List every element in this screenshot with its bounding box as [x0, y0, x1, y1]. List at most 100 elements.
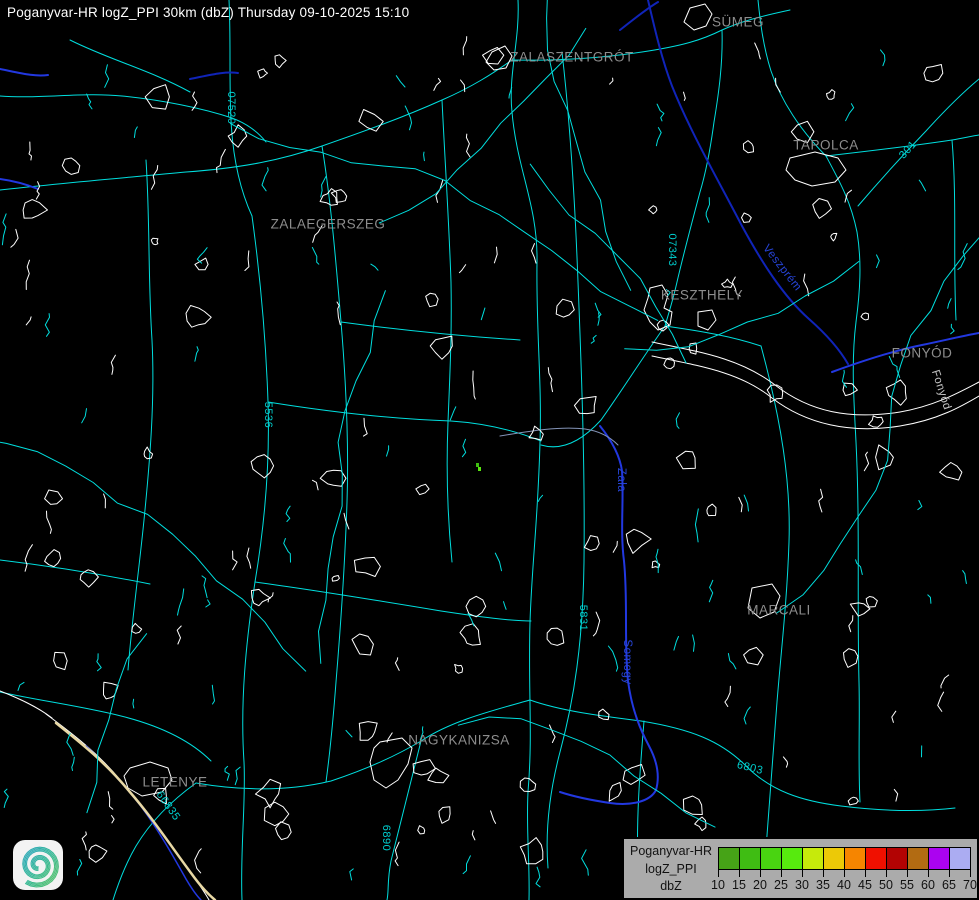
legend-tick-label: 55: [900, 878, 914, 892]
map-squiggle: [133, 699, 134, 708]
map-squiggle: [608, 646, 617, 671]
settlement-outline: [352, 634, 373, 655]
settlement-outline: [844, 649, 858, 668]
road-number-label: 07520: [225, 91, 237, 124]
legend-color-cell: [739, 847, 761, 870]
settlement-outline: [455, 665, 463, 674]
road-number-label: 5536: [262, 402, 274, 428]
map-squiggle: [434, 78, 441, 90]
map-squiggle: [105, 65, 109, 88]
map-squiggle: [842, 370, 846, 387]
settlement-outline: [649, 206, 657, 214]
map-squiggle: [591, 335, 596, 343]
legend-color-cell: [865, 847, 887, 870]
legend-tick-label: 45: [858, 878, 872, 892]
map-squiggle: [286, 506, 290, 521]
road-line: [322, 146, 348, 782]
radar-echo: [476, 463, 479, 467]
county-border-line: [648, 0, 848, 364]
road-line: [952, 140, 956, 320]
settlement-outline: [332, 576, 339, 582]
map-squiggle: [674, 637, 679, 651]
settlement-outline: [251, 589, 270, 605]
settlement-outline: [599, 709, 609, 720]
road-line: [341, 322, 520, 340]
settlement-outline: [584, 536, 599, 551]
map-squiggle: [728, 654, 736, 669]
map-squiggle: [45, 314, 49, 337]
settlement-outline: [850, 603, 870, 616]
road-line: [858, 79, 979, 206]
road-line: [242, 216, 269, 900]
map-squiggle: [25, 545, 32, 572]
settlement-outline: [924, 65, 943, 82]
map-squiggle: [481, 308, 485, 320]
road-line: [511, 0, 540, 900]
map-squiggle: [177, 626, 181, 644]
map-squiggle: [804, 274, 809, 296]
legend-tick-mark: [739, 870, 740, 877]
map-squiggle: [321, 177, 326, 197]
settlement-outline: [275, 55, 286, 68]
settlement-outline: [743, 141, 753, 153]
road-number-label: 6890: [380, 825, 392, 851]
road-line: [70, 40, 190, 92]
legend-color-scale: 10152025303540455055606570: [718, 847, 971, 870]
settlement-outline: [54, 652, 68, 669]
settlement-outline: [354, 557, 380, 576]
map-squiggle: [657, 104, 664, 121]
map-squiggle: [595, 303, 601, 317]
map-squiggle: [262, 168, 268, 191]
settlement-outline: [707, 504, 716, 515]
map-squiggle: [783, 757, 787, 767]
settlement-outline: [186, 306, 211, 328]
settlement-outline: [652, 356, 979, 429]
road-line: [547, 52, 584, 868]
settlement-outline: [742, 213, 752, 222]
map-squiggle: [495, 553, 501, 571]
legend-radar-name: Poganyvar-HR: [626, 843, 716, 861]
road-line: [665, 326, 761, 346]
map-squiggle: [755, 43, 761, 59]
road-line: [113, 783, 196, 900]
settlement-outline: [886, 380, 906, 405]
settlement-outline: [145, 85, 169, 109]
map-squiggle: [491, 811, 496, 824]
map-squiggle: [225, 766, 229, 780]
settlement-outline: [848, 797, 858, 805]
road-number-label: 07343: [666, 233, 678, 266]
legend-tick-mark: [907, 870, 908, 877]
legend-tick-label: 50: [879, 878, 893, 892]
map-squiggle: [593, 612, 599, 636]
map-squiggle: [856, 560, 863, 575]
legend-tick-label: 40: [837, 878, 851, 892]
settlement-outline: [869, 416, 884, 427]
legend-tick-label: 65: [942, 878, 956, 892]
settlement-outline: [744, 647, 764, 665]
settlement-outline: [416, 484, 429, 494]
settlement-outline: [609, 783, 621, 802]
legend-color-cell: [844, 847, 866, 870]
map-squiggle: [892, 711, 896, 722]
map-squiggle: [112, 816, 115, 823]
road-line: [761, 346, 789, 900]
map-squiggle: [819, 489, 823, 512]
settlement-outline: [483, 48, 504, 65]
river-line: [500, 428, 618, 445]
settlement-outline: [144, 447, 153, 459]
settlement-outline: [466, 596, 486, 617]
legend-color-cell: [907, 847, 929, 870]
hungaromet-logo: [12, 839, 64, 891]
map-squiggle: [2, 214, 6, 245]
road-number-label: 5831: [577, 605, 589, 631]
road-line: [255, 582, 531, 621]
settlement-outline: [574, 397, 596, 414]
settlement-outline: [359, 722, 377, 741]
map-squiggle: [11, 229, 18, 247]
map-squiggle: [364, 418, 368, 436]
city-label: MARCALI: [747, 603, 811, 618]
map-squiggle: [436, 180, 443, 202]
settlement-outline: [876, 445, 894, 470]
country-border-line: [56, 723, 215, 900]
map-squiggle: [405, 106, 411, 130]
